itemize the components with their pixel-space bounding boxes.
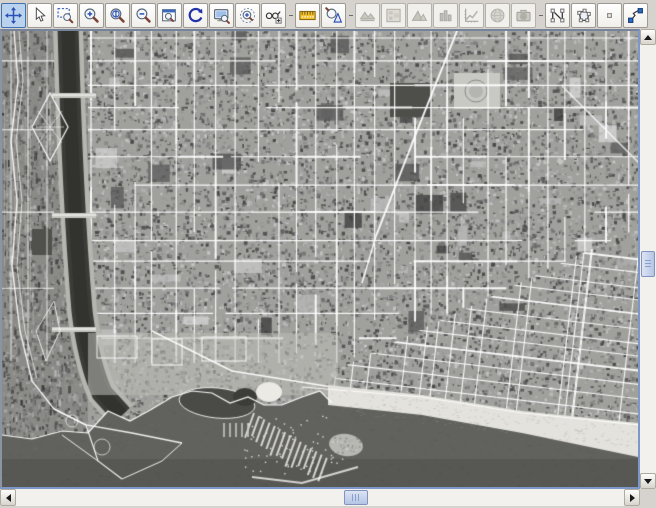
draw-polygon-tool-button[interactable]	[571, 3, 596, 28]
vertex-edit-icon	[627, 7, 644, 24]
line-chart-icon	[463, 7, 480, 24]
zoom-in-tool-button[interactable]	[79, 3, 104, 28]
point-icon	[601, 7, 618, 24]
binoculars-plus-icon	[265, 7, 282, 24]
screen-zoom-icon	[213, 7, 230, 24]
thumb-grip-icon	[352, 494, 360, 501]
camera-icon	[515, 7, 532, 24]
toolbar-separator	[347, 3, 354, 28]
arrow-down-icon	[644, 479, 652, 484]
vertical-scrollbar-track[interactable]	[640, 45, 656, 473]
refresh-icon	[187, 7, 204, 24]
zoom-extent-icon	[109, 7, 126, 24]
relief-view-button	[407, 3, 432, 28]
draw-point-tool-button[interactable]	[597, 3, 622, 28]
map-canvas[interactable]	[2, 31, 638, 487]
scroll-right-button[interactable]	[624, 489, 640, 506]
snapshot-button	[511, 3, 536, 28]
raster-view-button	[381, 3, 406, 28]
zoom-in-icon	[83, 7, 100, 24]
zoom-window-icon	[161, 7, 178, 24]
toolbar-separator	[537, 3, 544, 28]
zoom-window-tool-button[interactable]	[157, 3, 182, 28]
toolbar	[0, 0, 656, 29]
zoom-out-icon	[135, 7, 152, 24]
polygon-icon	[575, 7, 592, 24]
zoom-triangle-icon	[325, 7, 342, 24]
draw-polyline-tool-button[interactable]	[545, 3, 570, 28]
edit-vertices-tool-button[interactable]	[623, 3, 648, 28]
ruler-icon	[299, 7, 316, 24]
arrow-left-icon	[6, 494, 11, 502]
screen-zoom-tool-button[interactable]	[209, 3, 234, 28]
toolbar-separator	[287, 3, 294, 28]
arrow-up-icon	[644, 35, 652, 40]
measure-tool-button[interactable]	[295, 3, 320, 28]
scrollbar-corner	[640, 489, 656, 506]
globe-view-button	[485, 3, 510, 28]
horizontal-scrollbar-thumb[interactable]	[344, 490, 368, 505]
image-icon	[385, 7, 402, 24]
refresh-view-button[interactable]	[183, 3, 208, 28]
terrain-view-button	[355, 3, 380, 28]
arrow-right-icon	[630, 494, 635, 502]
horizontal-scrollbar-track[interactable]	[17, 489, 623, 506]
polyline-icon	[549, 7, 566, 24]
map-viewport	[0, 29, 640, 489]
zoom-out-tool-button[interactable]	[131, 3, 156, 28]
terrain-icon	[359, 7, 376, 24]
scroll-down-button[interactable]	[640, 473, 656, 489]
zoom-region-icon	[57, 7, 74, 24]
cursor-icon	[31, 7, 48, 24]
zoom-region-tool-button[interactable]	[53, 3, 78, 28]
vertical-scrollbar-thumb[interactable]	[641, 251, 655, 277]
thumb-grip-icon	[645, 260, 651, 268]
profile-chart-view-button	[459, 3, 484, 28]
area-zoom-tool-button[interactable]	[321, 3, 346, 28]
horizontal-scrollbar	[0, 489, 640, 506]
select-tool-button[interactable]	[27, 3, 52, 28]
application-window	[0, 0, 656, 508]
find-tool-button[interactable]	[261, 3, 286, 28]
pan-tool-button[interactable]	[1, 3, 26, 28]
center-zoom-tool-button[interactable]	[235, 3, 260, 28]
scroll-left-button[interactable]	[0, 489, 16, 506]
pan-icon	[5, 7, 22, 24]
mountain-icon	[411, 7, 428, 24]
center-zoom-icon	[239, 7, 256, 24]
bar-chart-view-button	[433, 3, 458, 28]
bar-chart-icon	[437, 7, 454, 24]
globe-icon	[489, 7, 506, 24]
vertical-scrollbar	[640, 29, 656, 489]
scroll-up-button[interactable]	[640, 29, 656, 45]
zoom-extent-tool-button[interactable]	[105, 3, 130, 28]
